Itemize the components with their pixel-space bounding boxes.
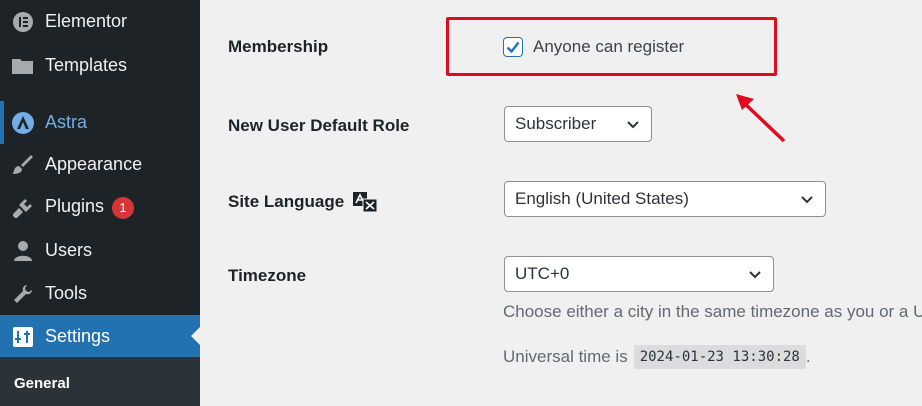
sidebar-item-templates[interactable]: Templates — [0, 44, 200, 87]
sidebar-item-tools[interactable]: Tools — [0, 272, 200, 315]
default-role-label: New User Default Role — [228, 116, 410, 135]
timezone-value: UTC+0 — [515, 264, 570, 283]
default-role-select[interactable]: Subscriber — [504, 106, 652, 142]
default-role-value: Subscriber — [515, 114, 597, 133]
astra-icon — [10, 110, 36, 136]
universal-time-value: 2024-01-23 13:30:28 — [633, 345, 806, 369]
settings-submenu: General — [0, 357, 200, 406]
sidebar-item-astra[interactable]: Astra — [0, 101, 200, 144]
sidebar-item-label: Astra — [45, 112, 88, 132]
sidebar-item-label: Users — [45, 240, 93, 260]
sidebar-item-plugins[interactable]: Plugins 1 — [0, 186, 200, 229]
user-icon — [10, 238, 36, 264]
sidebar-item-elementor[interactable]: Elementor — [0, 0, 200, 43]
settings-sliders-icon — [10, 324, 36, 350]
wrench-icon — [10, 281, 36, 307]
admin-sidebar: Elementor Templates Astra Appearance Plu… — [0, 0, 200, 406]
chevron-down-icon — [749, 271, 761, 279]
highlight-box — [446, 17, 777, 76]
membership-label: Membership — [228, 37, 329, 56]
chevron-down-icon — [627, 121, 639, 129]
chevron-down-icon — [801, 196, 813, 204]
paintbrush-icon — [10, 152, 36, 178]
sidebar-item-label: Templates — [45, 55, 128, 75]
universal-time-suffix: . — [805, 347, 811, 366]
plugin-icon — [10, 195, 36, 221]
folder-icon — [10, 53, 36, 79]
timezone-select[interactable]: UTC+0 — [504, 256, 774, 292]
update-count-badge: 1 — [112, 196, 135, 219]
sidebar-item-label: Elementor — [45, 11, 128, 31]
sidebar-item-label: Appearance — [45, 154, 143, 174]
submenu-item-general[interactable]: General — [14, 375, 70, 392]
sidebar-item-label: Tools — [45, 283, 88, 303]
universal-time-line: Universal time is 2024-01-23 13:30:28 . — [503, 345, 811, 369]
sidebar-item-appearance[interactable]: Appearance — [0, 143, 200, 186]
site-language-select[interactable]: English (United States) — [504, 181, 826, 217]
sidebar-item-label: Settings — [45, 326, 111, 346]
elementor-icon — [10, 9, 36, 35]
universal-time-prefix: Universal time is — [503, 347, 628, 366]
site-language-value: English (United States) — [515, 189, 689, 208]
sidebar-item-settings[interactable]: Settings — [0, 315, 200, 358]
site-language-label: Site Language — [228, 191, 378, 213]
sidebar-item-users[interactable]: Users — [0, 229, 200, 272]
translation-icon — [353, 192, 378, 213]
annotation-arrow-icon — [736, 94, 786, 143]
timezone-description: Choose either a city in the same timezon… — [503, 302, 922, 321]
timezone-label: Timezone — [228, 266, 307, 285]
sidebar-item-label: Plugins 1 — [45, 196, 135, 219]
